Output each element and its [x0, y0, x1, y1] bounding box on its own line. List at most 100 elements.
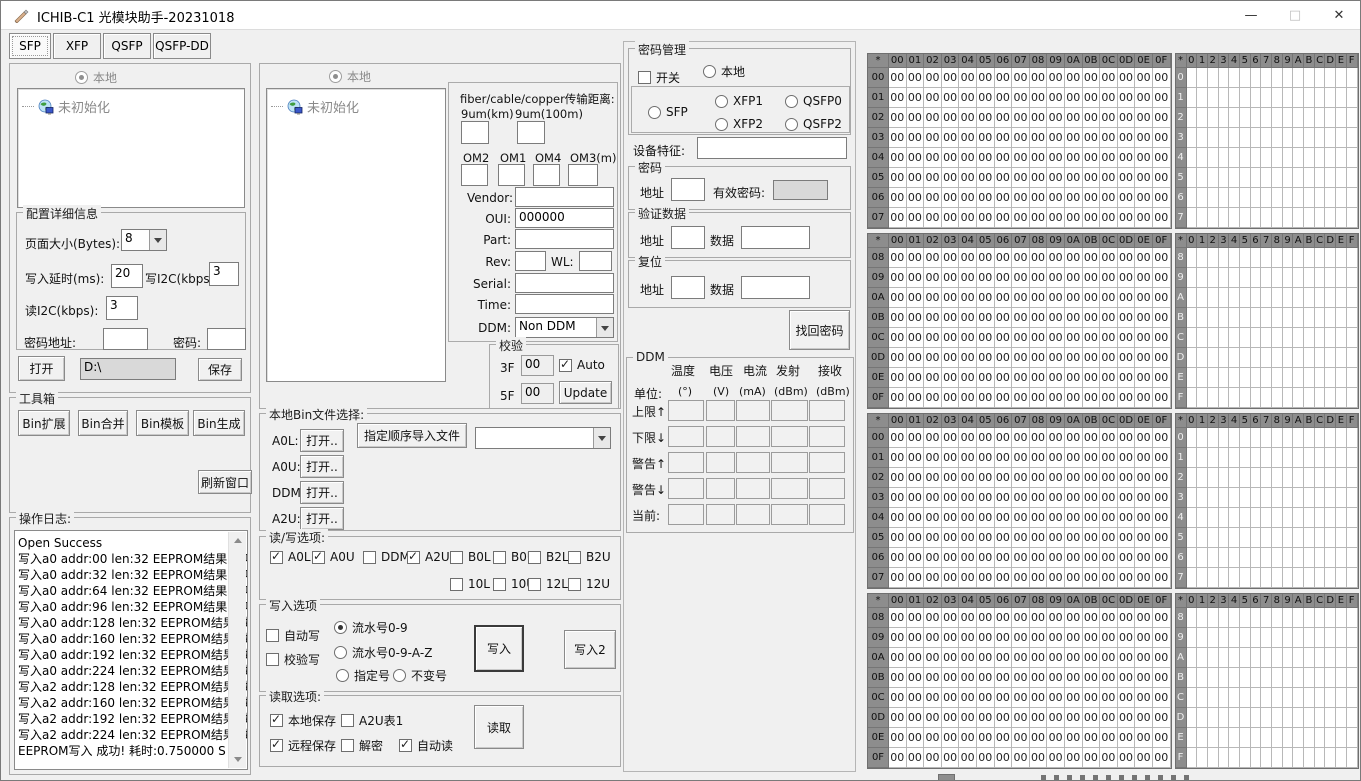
hex-cell[interactable]: 00: [995, 488, 1013, 508]
ascii-cell[interactable]: [1336, 668, 1347, 688]
ascii-cell[interactable]: [1293, 728, 1304, 748]
write-button[interactable]: 写入: [474, 625, 524, 672]
hex-cell[interactable]: 00: [977, 368, 995, 388]
hex-cell[interactable]: 00: [1065, 688, 1083, 708]
hex-cell[interactable]: 00: [889, 748, 907, 768]
ascii-cell[interactable]: [1325, 388, 1336, 408]
ascii-cell[interactable]: [1272, 448, 1283, 468]
hex-cell[interactable]: 00: [959, 568, 977, 588]
ascii-cell[interactable]: [1251, 488, 1262, 508]
hex-cell[interactable]: 00: [889, 428, 907, 448]
ascii-cell[interactable]: [1304, 628, 1315, 648]
hex-cell[interactable]: 00: [1047, 608, 1065, 628]
ascii-cell[interactable]: [1315, 88, 1326, 108]
hex-cell[interactable]: 00: [1135, 368, 1153, 388]
ascii-cell[interactable]: [1187, 188, 1198, 208]
hex-cell[interactable]: 00: [1118, 348, 1136, 368]
ascii-cell[interactable]: [1293, 328, 1304, 348]
ascii-cell[interactable]: [1240, 168, 1251, 188]
hex-cell[interactable]: 00: [1135, 68, 1153, 88]
ascii-cell[interactable]: [1272, 88, 1283, 108]
hex-cell[interactable]: 00: [1118, 508, 1136, 528]
hex-cell[interactable]: 00: [1153, 388, 1171, 408]
hex-cell[interactable]: 00: [1153, 108, 1171, 128]
ascii-cell[interactable]: [1251, 88, 1262, 108]
ascii-cell[interactable]: [1240, 308, 1251, 328]
hex-cell[interactable]: 00: [1135, 348, 1153, 368]
hex-cell[interactable]: 00: [1083, 608, 1101, 628]
hex-cell[interactable]: 00: [1065, 208, 1083, 228]
ascii-cell[interactable]: [1325, 208, 1336, 228]
recover-password-button[interactable]: 找回密码: [789, 310, 850, 350]
ascii-cell[interactable]: [1251, 568, 1262, 588]
hex-cell[interactable]: 00: [1030, 648, 1048, 668]
ascii-cell[interactable]: [1283, 88, 1294, 108]
vendor-input[interactable]: [515, 187, 614, 207]
hex-cell[interactable]: 00: [1100, 388, 1118, 408]
verify-data-input[interactable]: [741, 226, 810, 249]
part-input[interactable]: [515, 229, 614, 249]
hex-cell[interactable]: 00: [1153, 748, 1171, 768]
hex-cell[interactable]: 00: [995, 88, 1013, 108]
ascii-table[interactable]: *0123456789ABCDEF89ABCDEF: [1175, 233, 1359, 409]
ascii-cell[interactable]: [1304, 728, 1315, 748]
ascii-cell[interactable]: [1272, 68, 1283, 88]
serial-input[interactable]: [515, 273, 614, 293]
ascii-cell[interactable]: [1272, 648, 1283, 668]
hex-cell[interactable]: 00: [1118, 728, 1136, 748]
bin-file-select[interactable]: [475, 427, 611, 449]
hex-cell[interactable]: 00: [907, 668, 925, 688]
hex-cell[interactable]: 00: [1065, 328, 1083, 348]
hex-cell[interactable]: 00: [1083, 188, 1101, 208]
ascii-cell[interactable]: [1304, 348, 1315, 368]
hex-cell[interactable]: 00: [959, 108, 977, 128]
ascii-cell[interactable]: [1251, 448, 1262, 468]
hex-cell[interactable]: 00: [1012, 108, 1030, 128]
hex-cell[interactable]: 00: [977, 208, 995, 228]
ascii-cell[interactable]: [1272, 428, 1283, 448]
ascii-cell[interactable]: [1336, 488, 1347, 508]
ascii-cell[interactable]: [1219, 108, 1230, 128]
hex-cell[interactable]: 00: [924, 748, 942, 768]
ascii-cell[interactable]: [1261, 448, 1272, 468]
qsfp2-radio[interactable]: QSFP2: [785, 117, 842, 131]
ascii-cell[interactable]: [1261, 628, 1272, 648]
ascii-cell[interactable]: [1208, 528, 1219, 548]
hex-cell[interactable]: 00: [942, 608, 960, 628]
hex-cell[interactable]: 00: [1065, 448, 1083, 468]
hex-cell[interactable]: 00: [1153, 148, 1171, 168]
hex-cell[interactable]: 00: [924, 528, 942, 548]
tab-qsfp-dd[interactable]: QSFP-DD: [153, 33, 211, 59]
hex-cell[interactable]: 00: [924, 168, 942, 188]
hex-cell[interactable]: 00: [977, 328, 995, 348]
hex-cell[interactable]: 00: [1100, 508, 1118, 528]
ascii-cell[interactable]: [1304, 168, 1315, 188]
hex-cell[interactable]: 00: [889, 188, 907, 208]
ascii-cell[interactable]: [1304, 108, 1315, 128]
device-feature-input[interactable]: [697, 137, 847, 159]
ascii-cell[interactable]: [1240, 68, 1251, 88]
hex-cell[interactable]: 00: [1030, 628, 1048, 648]
ascii-cell[interactable]: [1229, 688, 1240, 708]
ascii-cell[interactable]: [1208, 388, 1219, 408]
wl-input[interactable]: [579, 251, 612, 271]
hex-cell[interactable]: 00: [1030, 688, 1048, 708]
ascii-cell[interactable]: [1251, 708, 1262, 728]
hex-cell[interactable]: 00: [924, 248, 942, 268]
ascii-cell[interactable]: [1272, 168, 1283, 188]
ascii-cell[interactable]: [1208, 488, 1219, 508]
ascii-cell[interactable]: [1293, 608, 1304, 628]
chevron-down-icon[interactable]: [149, 230, 166, 250]
ascii-cell[interactable]: [1336, 348, 1347, 368]
hex-cell[interactable]: 00: [1012, 728, 1030, 748]
ascii-cell[interactable]: [1240, 428, 1251, 448]
ascii-cell[interactable]: [1347, 348, 1358, 368]
ascii-cell[interactable]: [1261, 168, 1272, 188]
ascii-cell[interactable]: [1293, 368, 1304, 388]
hex-cell[interactable]: 00: [924, 428, 942, 448]
hex-cell[interactable]: 00: [995, 328, 1013, 348]
ascii-cell[interactable]: [1325, 188, 1336, 208]
hex-cell[interactable]: 00: [1135, 388, 1153, 408]
ascii-cell[interactable]: [1208, 508, 1219, 528]
hex-cell[interactable]: 00: [942, 88, 960, 108]
